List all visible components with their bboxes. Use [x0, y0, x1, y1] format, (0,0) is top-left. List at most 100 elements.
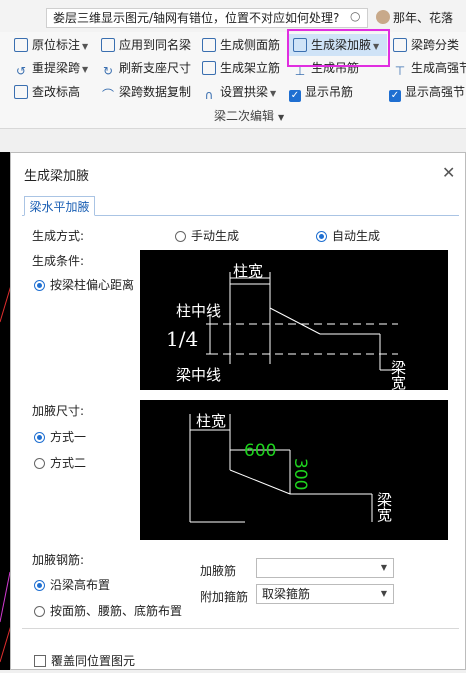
chevron-down-icon: ▼ — [278, 113, 285, 122]
refresh-support-size-label: 刷新支座尺寸 — [119, 61, 192, 75]
ribbon-group-text: 梁二次编辑 — [214, 109, 275, 123]
manual-radio[interactable]: 手动生成 — [175, 227, 239, 244]
show-hanger-label: 显示吊筋 — [305, 85, 354, 99]
user-name: 那年、花落 — [393, 11, 454, 25]
condition-option-radio[interactable]: 按梁柱偏心距离 — [34, 276, 134, 293]
show-high-strength-toggle[interactable]: ✓ 显示高强节 — [389, 82, 465, 102]
ribbon-group-label[interactable]: 梁二次编辑 ▼ — [214, 107, 284, 124]
generate-high-strength-label: 生成高强节 — [411, 61, 466, 75]
beam-span-classify-button[interactable]: 梁跨分类 — [393, 35, 459, 55]
col-center-text: 柱中线 — [176, 302, 221, 320]
tab-horizontal-haunch[interactable]: 梁水平加腋 — [24, 196, 95, 216]
checkbox-checked-icon: ✓ — [289, 90, 301, 102]
chevron-down-icon: ▼ — [82, 65, 89, 74]
col-width-text: 柱宽 — [233, 262, 263, 280]
condition-label: 生成条件: — [32, 254, 85, 268]
user-profile[interactable]: 那年、花落 — [376, 9, 453, 26]
side-rebar-icon — [202, 38, 216, 52]
diagram-haunch-size: 柱宽 600 300 梁宽 — [140, 400, 448, 540]
refresh-span-icon: ↺ — [15, 64, 27, 78]
fraction-text: 1/4 — [166, 327, 198, 351]
apply-icon — [101, 38, 115, 52]
manual-label: 手动生成 — [191, 229, 240, 243]
dialog-title: 生成梁加腋 — [24, 169, 90, 184]
condition-option-label: 按梁柱偏心距离 — [50, 278, 135, 292]
show-high-strength-label: 显示高强节 — [405, 85, 466, 99]
radio-checked-icon — [34, 432, 45, 443]
generate-side-rebar-label: 生成侧面筋 — [220, 38, 281, 52]
radio-checked-icon — [34, 280, 45, 291]
radio-unchecked-icon — [34, 606, 45, 617]
checkbox-unchecked-icon — [34, 655, 46, 667]
checkbox-checked-icon: ✓ — [389, 90, 401, 102]
method1-label: 方式一 — [50, 430, 87, 444]
refresh-support-size-button[interactable]: ↻ 刷新支座尺寸 — [101, 58, 191, 78]
diagram-eccentric: 柱宽 柱中线 1/4 梁中线 梁宽 — [140, 250, 448, 391]
beam-center-text: 梁中线 — [176, 366, 221, 384]
auto-label: 自动生成 — [332, 229, 381, 243]
cover-same-position-checkbox[interactable]: 覆盖同位置图元 — [34, 652, 135, 669]
apply-same-name-beam-label: 应用到同名梁 — [119, 38, 192, 52]
classify-icon — [393, 38, 407, 52]
auto-radio[interactable]: 自动生成 — [316, 227, 380, 244]
close-icon[interactable]: ✕ — [442, 163, 455, 182]
stirrup-label: 附加箍筋 — [200, 590, 249, 604]
in-place-annotation-label: 原位标注 — [32, 38, 81, 52]
cover-label: 覆盖同位置图元 — [51, 654, 136, 668]
dim-300-text: 300 — [290, 458, 310, 490]
radio-checked-icon — [316, 231, 327, 242]
search-icon[interactable]: ○ — [350, 9, 366, 25]
chevron-down-icon: ▼ — [380, 563, 387, 572]
chevron-down-icon: ▼ — [82, 42, 89, 51]
show-hanger-toggle[interactable]: ✓ 显示吊筋 — [289, 82, 353, 102]
edit-elevation-button[interactable]: 查改标高 — [14, 82, 80, 102]
method1-radio[interactable]: 方式一 — [34, 428, 86, 445]
high-strength-icon: ⊤ — [394, 64, 406, 78]
separator — [22, 628, 459, 629]
set-arch-beam-button[interactable]: ∩ 设置拱梁 ▼ — [202, 82, 277, 102]
elevation-icon — [14, 85, 28, 99]
beam-span-classify-label: 梁跨分类 — [411, 38, 460, 52]
highlight-box — [287, 29, 390, 67]
rebar-opt1-radio[interactable]: 沿梁高布置 — [34, 576, 110, 593]
annotation-icon — [14, 38, 28, 52]
re-extract-span-label: 重提梁跨 — [32, 61, 81, 75]
set-arch-beam-label: 设置拱梁 — [220, 85, 269, 99]
rebar-opt1-label: 沿梁高布置 — [50, 578, 111, 592]
col-width-text-2: 柱宽 — [196, 412, 226, 430]
in-place-annotation-button[interactable]: 原位标注 ▼ — [14, 35, 88, 55]
diagram-eccentric-drawing: 柱宽 柱中线 1/4 梁中线 梁宽 — [166, 262, 407, 391]
size-label: 加腋尺寸: — [32, 404, 85, 418]
edit-elevation-label: 查改标高 — [32, 85, 81, 99]
search-input[interactable]: 娄层三维显示图元/轴网有错位，位置不对应如何处理? — [46, 8, 368, 28]
haunch-bar-select[interactable]: ▼ — [256, 558, 394, 578]
generate-side-rebar-button[interactable]: 生成侧面筋 — [202, 35, 280, 55]
re-extract-span-button[interactable]: ↺ 重提梁跨 ▼ — [14, 58, 88, 78]
radio-unchecked-icon — [175, 231, 186, 242]
radio-unchecked-icon — [34, 458, 45, 469]
method2-radio[interactable]: 方式二 — [34, 454, 86, 471]
generate-high-strength-button[interactable]: ⊤ 生成高强节 — [393, 58, 466, 78]
erection-rebar-icon — [202, 61, 216, 75]
generate-erection-rebar-button[interactable]: 生成架立筋 — [202, 58, 280, 78]
beam-width-text: 梁宽 — [389, 360, 407, 390]
rebar-opt2-radio[interactable]: 按面筋、腰筋、底筋布置 — [34, 602, 182, 619]
copy-span-data-button[interactable]: ⌒ 梁跨数据复制 — [101, 82, 191, 102]
generate-erection-rebar-label: 生成架立筋 — [220, 61, 281, 75]
haunch-bar-label: 加腋筋 — [200, 564, 237, 578]
avatar — [376, 10, 390, 24]
stirrup-select[interactable]: 取梁箍筋 ▼ — [256, 584, 394, 604]
chevron-down-icon: ▼ — [380, 589, 387, 598]
apply-same-name-beam-button[interactable]: 应用到同名梁 — [101, 35, 191, 55]
refresh-icon: ↻ — [102, 64, 114, 78]
gen-method-label: 生成方式: — [32, 229, 85, 243]
copy-icon: ⌒ — [101, 88, 114, 102]
chevron-down-icon: ▼ — [270, 89, 277, 98]
arch-icon: ∩ — [204, 88, 214, 102]
diagram-haunch-size-drawing: 柱宽 600 300 梁宽 — [189, 412, 393, 523]
radio-checked-icon — [34, 580, 45, 591]
rebar-label: 加腋钢筋: — [32, 553, 85, 567]
copy-span-data-label: 梁跨数据复制 — [119, 85, 192, 99]
beam-width-text-2: 梁宽 — [375, 492, 393, 523]
dim-600-text: 600 — [244, 441, 276, 461]
